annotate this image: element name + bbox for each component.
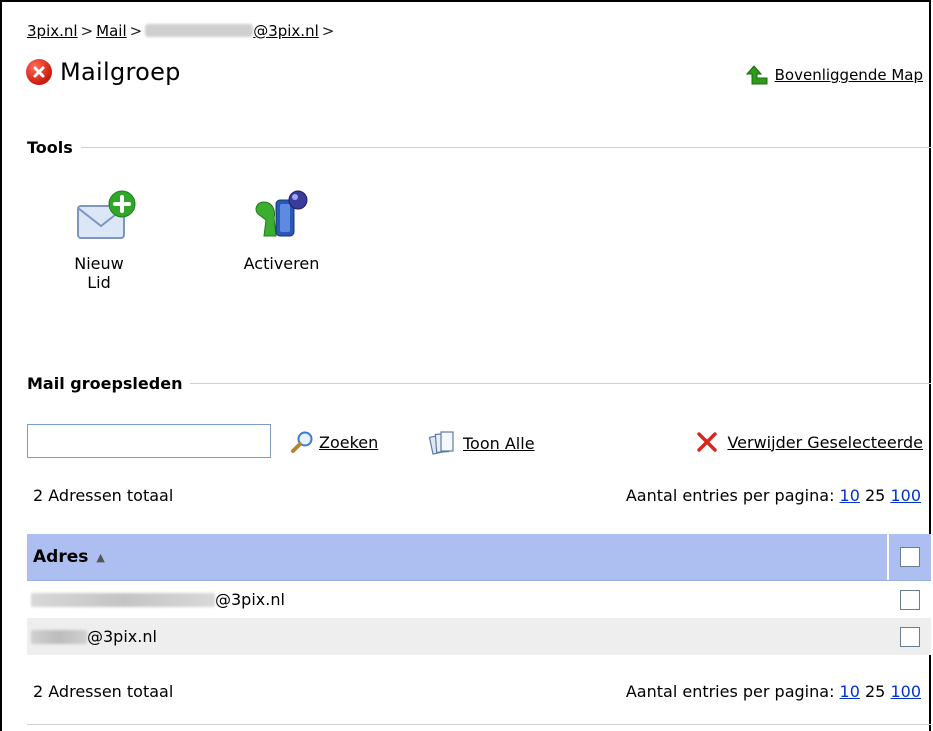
- delete-selected-label[interactable]: Verwijder Geselecteerde: [727, 433, 923, 452]
- search-input[interactable]: [27, 424, 271, 458]
- breadcrumb: 3pix.nl > Mail > @3pix.nl >: [27, 22, 337, 40]
- address-suffix: @3pix.nl: [87, 627, 157, 646]
- per-page-selector-bottom: Aantal entries per pagina: 10 25 100: [626, 682, 921, 701]
- members-section-heading: Mail groepsleden: [27, 374, 931, 393]
- address-cell: @3pix.nl: [27, 590, 889, 609]
- per-page-option-25[interactable]: 25: [865, 682, 885, 701]
- tools-heading: Tools: [27, 138, 73, 157]
- breadcrumb-separator: >: [80, 22, 94, 40]
- show-all-icon: [428, 431, 454, 455]
- per-page-selector-top: Aantal entries per pagina: 10 25 100: [626, 486, 921, 505]
- divider: [190, 383, 931, 384]
- new-member-label: Nieuw Lid: [74, 254, 124, 292]
- page-title: Mailgroep: [60, 58, 181, 86]
- breadcrumb-item-mail[interactable]: Mail: [96, 22, 126, 40]
- delete-selected-button[interactable]: Verwijder Geselecteerde: [695, 430, 923, 454]
- breadcrumb-item-root[interactable]: 3pix.nl: [27, 22, 78, 40]
- search-label[interactable]: Zoeken: [319, 433, 378, 452]
- per-page-option-10[interactable]: 10: [840, 486, 860, 505]
- total-count-bottom: 2 Adressen totaal: [33, 682, 174, 701]
- redacted-text: [31, 592, 215, 607]
- table-header: Adres ▲: [27, 534, 931, 581]
- row-checkbox[interactable]: [900, 626, 920, 647]
- column-header-address-label: Adres: [33, 547, 89, 567]
- search-button[interactable]: Zoeken: [289, 430, 378, 454]
- breadcrumb-email-suffix: @3pix.nl: [253, 22, 319, 40]
- per-page-label: Aantal entries per pagina:: [625, 486, 835, 505]
- members-table: Adres ▲ @3pix.nl @3pix.nl: [27, 534, 931, 655]
- row-checkbox[interactable]: [900, 589, 920, 610]
- members-heading: Mail groepsleden: [27, 374, 183, 393]
- per-page-option-25[interactable]: 25: [865, 486, 885, 505]
- per-page-option-10[interactable]: 10: [840, 682, 860, 701]
- activate-label: Activeren: [243, 254, 320, 273]
- table-row: @3pix.nl: [27, 618, 931, 655]
- show-all-label[interactable]: Toon Alle: [463, 434, 535, 453]
- delete-icon: [697, 432, 718, 452]
- activate-icon: [255, 190, 307, 237]
- tools-section-heading: Tools: [27, 138, 931, 157]
- table-row: @3pix.nl: [27, 581, 931, 618]
- redacted-text: [145, 24, 254, 37]
- select-all-cell: [887, 534, 931, 580]
- row-select-cell: [889, 626, 931, 647]
- column-header-address[interactable]: Adres ▲: [27, 547, 887, 567]
- row-select-cell: [889, 589, 931, 610]
- redacted-text: [31, 629, 87, 644]
- per-page-option-100[interactable]: 100: [890, 682, 921, 701]
- arrow-up-icon: [745, 65, 768, 85]
- mail-add-icon: [77, 190, 136, 239]
- parent-folder-label[interactable]: Bovenliggende Map: [775, 66, 923, 84]
- search-icon: [291, 431, 313, 453]
- page-header: Mailgroep: [26, 58, 181, 86]
- total-count-top: 2 Adressen totaal: [33, 486, 174, 505]
- show-all-button[interactable]: Toon Alle: [427, 430, 535, 456]
- breadcrumb-item-mailgroup[interactable]: @3pix.nl: [145, 22, 319, 40]
- search-toolbar: Zoeken Toon Alle Verwijder Geselecteerde: [27, 424, 931, 460]
- close-circle-icon[interactable]: [26, 59, 52, 85]
- new-member-button[interactable]: Nieuw Lid: [64, 188, 136, 292]
- divider: [27, 724, 931, 725]
- sort-asc-icon: ▲: [96, 550, 105, 564]
- parent-folder-link[interactable]: Bovenliggende Map: [745, 64, 923, 86]
- address-cell: @3pix.nl: [27, 627, 889, 646]
- divider: [80, 147, 931, 148]
- per-page-option-100[interactable]: 100: [890, 486, 921, 505]
- per-page-label: Aantal entries per pagina:: [625, 682, 835, 701]
- address-suffix: @3pix.nl: [215, 590, 285, 609]
- breadcrumb-separator: >: [321, 22, 335, 40]
- select-all-checkbox[interactable]: [900, 547, 920, 567]
- breadcrumb-separator: >: [129, 22, 143, 40]
- activate-button[interactable]: Activeren: [234, 188, 329, 273]
